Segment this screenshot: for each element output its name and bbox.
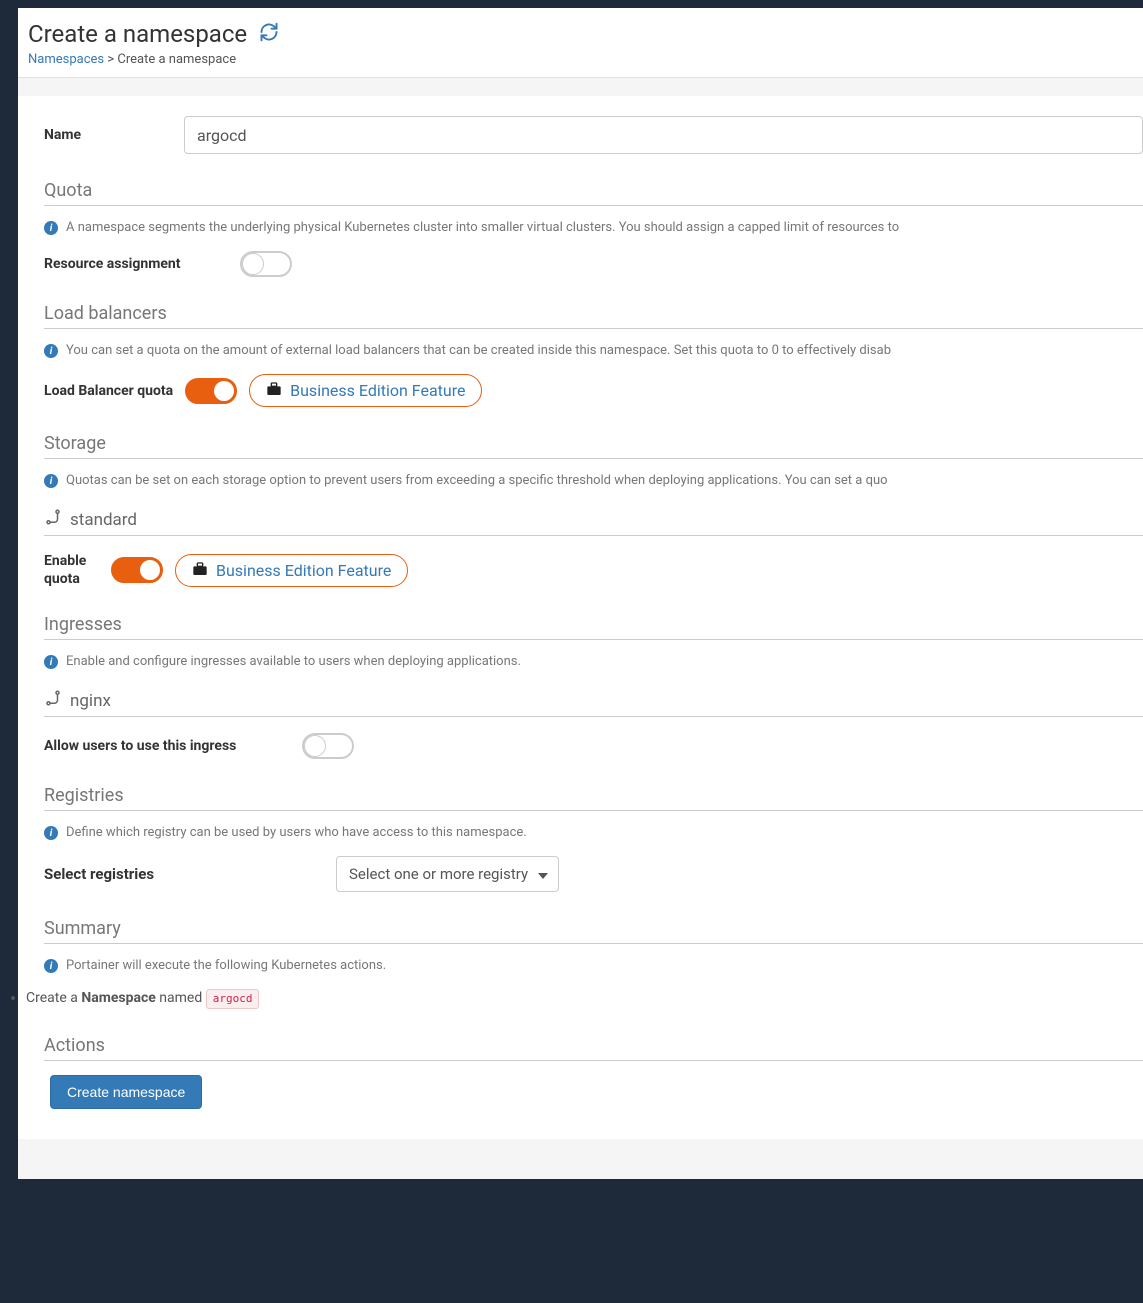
ingress-controller-name: nginx	[70, 691, 111, 711]
section-actions: Actions	[44, 1035, 1143, 1061]
info-icon: i	[44, 474, 58, 488]
info-icon: i	[44, 826, 58, 840]
summary-item: Create a Namespace named argocd	[26, 989, 1143, 1009]
section-summary: Summary	[44, 918, 1143, 944]
info-icon: i	[44, 959, 58, 973]
enable-quota-label: Enable quota	[44, 552, 99, 588]
enable-quota-toggle[interactable]	[111, 557, 163, 583]
name-label: Name	[44, 127, 184, 143]
summary-mid: named	[156, 990, 206, 1006]
summary-info-text: Portainer will execute the following Kub…	[66, 958, 386, 973]
be-label: Business Edition Feature	[216, 561, 391, 580]
route-icon	[44, 508, 62, 531]
business-edition-badge[interactable]: Business Edition Feature	[249, 374, 482, 407]
registries-info-text: Define which registry can be used by use…	[66, 825, 527, 840]
briefcase-icon	[266, 381, 282, 400]
breadcrumb-current: Create a namespace	[117, 52, 236, 67]
refresh-icon[interactable]	[259, 22, 279, 46]
page-header: Create a namespace Namespaces > Create a…	[18, 8, 1143, 78]
resource-assignment-label: Resource assignment	[44, 256, 228, 272]
storage-info-text: Quotas can be set on each storage option…	[66, 473, 888, 488]
business-edition-badge[interactable]: Business Edition Feature	[175, 554, 408, 587]
briefcase-icon	[192, 561, 208, 580]
summary-kind: Namespace	[81, 990, 155, 1006]
allow-ingress-toggle[interactable]	[302, 733, 354, 759]
info-icon: i	[44, 655, 58, 669]
page-title: Create a namespace	[28, 20, 247, 48]
resource-assignment-toggle[interactable]	[240, 251, 292, 277]
route-icon	[44, 689, 62, 712]
lb-quota-toggle[interactable]	[185, 378, 237, 404]
quota-info-text: A namespace segments the underlying phys…	[66, 220, 899, 235]
select-registries-label: Select registries	[44, 865, 324, 883]
breadcrumb: Namespaces > Create a namespace	[28, 52, 1133, 67]
summary-namespace-name: argocd	[206, 989, 260, 1009]
storage-class-name: standard	[70, 510, 137, 530]
name-input[interactable]	[184, 116, 1143, 154]
select-placeholder: Select one or more registry	[349, 865, 528, 883]
info-icon: i	[44, 344, 58, 358]
breadcrumb-sep: >	[104, 52, 117, 67]
section-storage: Storage	[44, 433, 1143, 459]
breadcrumb-link-namespaces[interactable]: Namespaces	[28, 52, 104, 67]
lb-quota-label: Load Balancer quota	[44, 383, 173, 399]
caret-down-icon	[538, 865, 548, 883]
section-ingresses: Ingresses	[44, 614, 1143, 640]
allow-ingress-label: Allow users to use this ingress	[44, 738, 290, 754]
info-icon: i	[44, 221, 58, 235]
be-label: Business Edition Feature	[290, 381, 465, 400]
summary-prefix: Create a	[26, 990, 81, 1006]
section-quota: Quota	[44, 180, 1143, 206]
select-registries-dropdown[interactable]: Select one or more registry	[336, 856, 559, 892]
section-loadbalancers: Load balancers	[44, 303, 1143, 329]
loadbalancers-info-text: You can set a quota on the amount of ext…	[66, 343, 891, 358]
section-registries: Registries	[44, 785, 1143, 811]
ingresses-info-text: Enable and configure ingresses available…	[66, 654, 521, 669]
create-namespace-button[interactable]: Create namespace	[50, 1075, 202, 1109]
